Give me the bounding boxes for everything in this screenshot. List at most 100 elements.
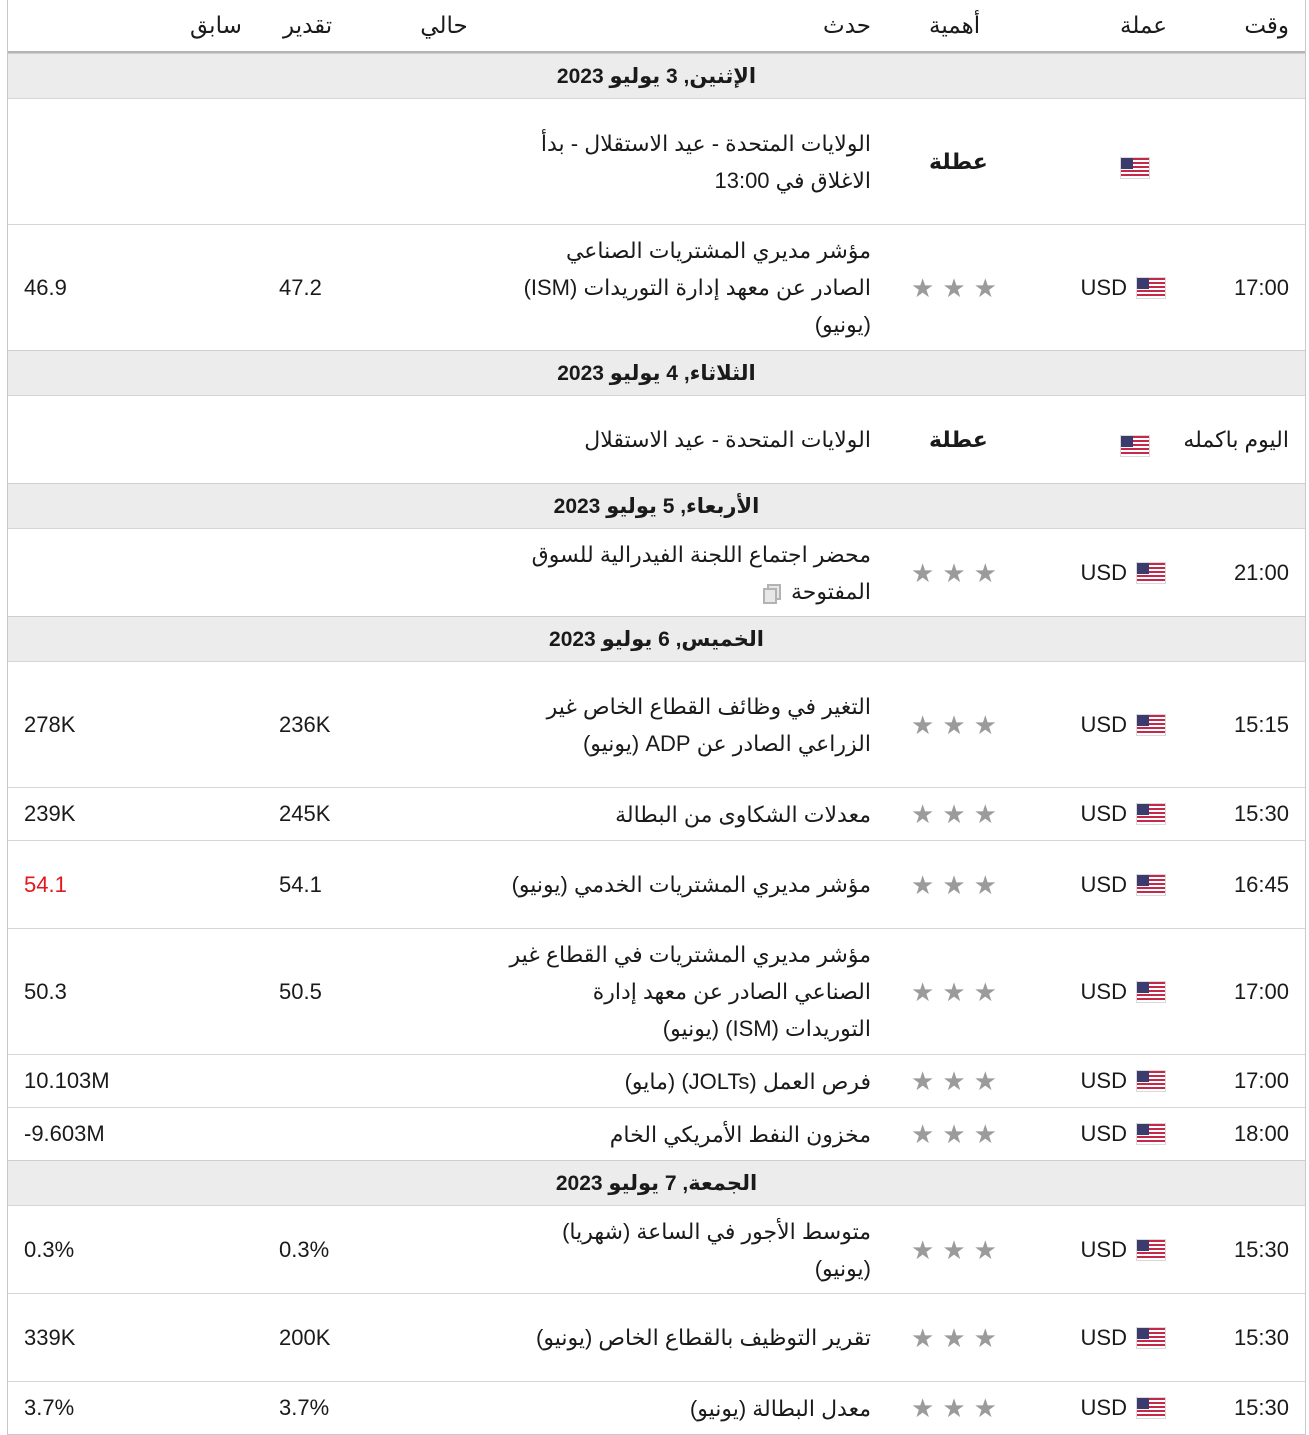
event-currency xyxy=(1033,146,1177,178)
day-label: الجمعة, 7 يوليو 2023 xyxy=(555,1171,758,1195)
event-row[interactable]: 17:00 USD ★ ★ ★ مؤشر مديري المشتريات الصناعي … xyxy=(8,224,1305,350)
event-importance: ★ ★ ★ xyxy=(875,560,1033,586)
event-row[interactable]: 15:30 USD ★ ★ ★ معدلات الشكاوى من البطالة 245K… xyxy=(8,787,1305,840)
forecast-value: 200K xyxy=(279,1324,331,1350)
header-actual[interactable]: حالي xyxy=(383,12,505,39)
us-flag-icon xyxy=(1137,1124,1165,1144)
event-time: 15:30 xyxy=(1233,1395,1289,1420)
star-icon: ★ xyxy=(973,1322,997,1353)
star-icon: ★ xyxy=(942,1393,966,1423)
star-icon: ★ xyxy=(973,976,997,1007)
event-title[interactable]: الولايات المتحدة - عيد الاستقلال - بدأ ا… xyxy=(541,131,871,193)
table-header-row: وقت عملة أهمية حدث حالي تقدير سابق xyxy=(8,0,1305,53)
us-flag-icon xyxy=(1137,1398,1165,1418)
star-icon: ★ xyxy=(911,799,935,829)
event-currency: USD xyxy=(1033,1325,1177,1351)
day-header-row: الأربعاء, 5 يوليو 2023 xyxy=(8,483,1305,528)
previous-value: 0.3% xyxy=(24,1236,75,1262)
star-icon: ★ xyxy=(942,869,966,900)
event-name[interactable]: مخزون النفط الأمريكي الخام xyxy=(505,1116,875,1153)
event-name[interactable]: مؤشر مديري المشتريات الخدمي (يونيو) xyxy=(505,866,875,903)
star-icon: ★ xyxy=(973,869,997,900)
star-icon: ★ xyxy=(942,976,966,1007)
event-title[interactable]: تقرير التوظيف بالقطاع الخاص (يونيو) xyxy=(536,1325,871,1350)
event-row[interactable]: 21:00 USD ★ ★ ★ محضر اجتماع اللجنة الفيدرالية… xyxy=(8,528,1305,616)
event-importance: ★ ★ ★ xyxy=(875,712,1033,738)
star-icon: ★ xyxy=(942,1234,966,1265)
day-label: الإثنين, 3 يوليو 2023 xyxy=(556,64,757,88)
event-name[interactable]: تقرير التوظيف بالقطاع الخاص (يونيو) xyxy=(505,1319,875,1356)
event-currency: USD xyxy=(1033,872,1177,898)
header-event[interactable]: حدث xyxy=(505,7,875,44)
event-title[interactable]: محضر اجتماع اللجنة الفيدرالية للسوق المف… xyxy=(532,542,871,604)
event-name[interactable]: فرص العمل (JOLTs) (مايو) xyxy=(505,1063,875,1100)
event-title[interactable]: معدل البطالة (يونيو) xyxy=(690,1396,871,1421)
event-row[interactable]: 15:30 USD ★ ★ ★ متوسط الأجور في الساعة (شهريا… xyxy=(8,1205,1305,1293)
header-importance[interactable]: أهمية xyxy=(875,12,1033,39)
event-currency: USD xyxy=(1033,1395,1177,1421)
header-currency[interactable]: عملة xyxy=(1033,12,1177,39)
document-icon[interactable] xyxy=(762,583,781,604)
holiday-label: عطلة xyxy=(929,426,988,452)
us-flag-icon xyxy=(1137,804,1165,824)
event-name[interactable]: الولايات المتحدة - عيد الاستقلال - بدأ ا… xyxy=(505,125,875,199)
event-title[interactable]: متوسط الأجور في الساعة (شهريا) (يونيو) xyxy=(562,1219,871,1281)
event-row[interactable]: 17:00 USD ★ ★ ★ مؤشر مديري المشتريات في القطا… xyxy=(8,928,1305,1054)
header-time[interactable]: وقت xyxy=(1177,12,1305,39)
event-name[interactable]: مؤشر مديري المشتريات الصناعي الصادر عن م… xyxy=(505,232,875,343)
event-name[interactable]: متوسط الأجور في الساعة (شهريا) (يونيو) xyxy=(505,1213,875,1287)
day-header-row: الإثنين, 3 يوليو 2023 xyxy=(8,53,1305,98)
header-previous[interactable]: سابق xyxy=(8,12,271,39)
us-flag-icon xyxy=(1121,435,1149,456)
currency-code: USD xyxy=(1080,1121,1127,1146)
us-flag-icon xyxy=(1121,157,1149,178)
currency-code: USD xyxy=(1080,274,1127,300)
event-title[interactable]: فرص العمل (JOLTs) (مايو) xyxy=(625,1069,871,1094)
event-row[interactable]: عطلة الولايات المتحدة - عيد الاستقلال - ب… xyxy=(8,98,1305,224)
event-row[interactable]: 16:45 USD ★ ★ ★ مؤشر مديري المشتريات الخدمي (… xyxy=(8,840,1305,928)
day-label: الأربعاء, 5 يوليو 2023 xyxy=(553,494,760,518)
currency-code: USD xyxy=(1080,711,1127,737)
event-row[interactable]: اليوم باكمله عطلة الولايات المتحدة - عيد ا… xyxy=(8,395,1305,483)
event-time: 17:00 xyxy=(1233,978,1289,1004)
currency-code: USD xyxy=(1080,1324,1127,1350)
star-icon: ★ xyxy=(911,709,935,740)
event-name[interactable]: التغير في وظائف القطاع الخاص غير الزراعي… xyxy=(505,688,875,762)
star-icon: ★ xyxy=(911,869,935,900)
forecast-value: 236K xyxy=(279,711,331,737)
forecast-value: 54.1 xyxy=(279,871,322,897)
star-icon: ★ xyxy=(942,1322,966,1353)
event-title[interactable]: التغير في وظائف القطاع الخاص غير الزراعي… xyxy=(547,694,871,756)
event-time: 15:30 xyxy=(1233,801,1289,826)
previous-value: 239K xyxy=(24,801,76,826)
header-currency-label: عملة xyxy=(1120,12,1167,38)
header-forecast[interactable]: تقدير xyxy=(271,12,383,39)
previous-value: 10.103M xyxy=(24,1068,110,1093)
event-name[interactable]: معدل البطالة (يونيو) xyxy=(505,1390,875,1427)
event-name[interactable]: محضر اجتماع اللجنة الفيدرالية للسوق المف… xyxy=(505,536,875,610)
event-name[interactable]: معدلات الشكاوى من البطالة xyxy=(505,796,875,833)
event-title[interactable]: مؤشر مديري المشتريات الخدمي (يونيو) xyxy=(512,872,871,897)
header-importance-label: أهمية xyxy=(929,12,981,38)
event-name[interactable]: الولايات المتحدة - عيد الاستقلال xyxy=(505,421,875,458)
event-name[interactable]: مؤشر مديري المشتريات في القطاع غير الصنا… xyxy=(505,936,875,1047)
event-currency: USD xyxy=(1033,275,1177,301)
event-title[interactable]: الولايات المتحدة - عيد الاستقلال xyxy=(584,427,871,452)
economic-calendar-table: وقت عملة أهمية حدث حالي تقدير سابق الإثن… xyxy=(7,0,1306,1435)
event-row[interactable]: 15:30 USD ★ ★ ★ معدل البطالة (يونيو) 3.7% 3.7% xyxy=(8,1381,1305,1434)
previous-value: 54.1 xyxy=(24,871,67,897)
star-icon: ★ xyxy=(973,1393,997,1423)
event-row[interactable]: 18:00 USD ★ ★ ★ مخزون النفط الأمريكي الخام -9.… xyxy=(8,1107,1305,1160)
event-row[interactable]: 15:30 USD ★ ★ ★ تقرير التوظيف بالقطاع الخاص (… xyxy=(8,1293,1305,1381)
star-icon: ★ xyxy=(911,1322,935,1353)
star-icon: ★ xyxy=(911,1119,935,1149)
us-flag-icon xyxy=(1137,1239,1165,1260)
us-flag-icon xyxy=(1137,874,1165,895)
event-title[interactable]: معدلات الشكاوى من البطالة xyxy=(615,802,871,827)
event-title[interactable]: مؤشر مديري المشتريات الصناعي الصادر عن م… xyxy=(524,238,871,337)
event-title[interactable]: مخزون النفط الأمريكي الخام xyxy=(610,1122,871,1147)
us-flag-icon xyxy=(1137,1327,1165,1348)
event-title[interactable]: مؤشر مديري المشتريات في القطاع غير الصنا… xyxy=(509,942,871,1041)
event-row[interactable]: 17:00 USD ★ ★ ★ فرص العمل (JOLTs) (مايو) 10.10… xyxy=(8,1054,1305,1107)
event-row[interactable]: 15:15 USD ★ ★ ★ التغير في وظائف القطاع الخاص … xyxy=(8,661,1305,787)
